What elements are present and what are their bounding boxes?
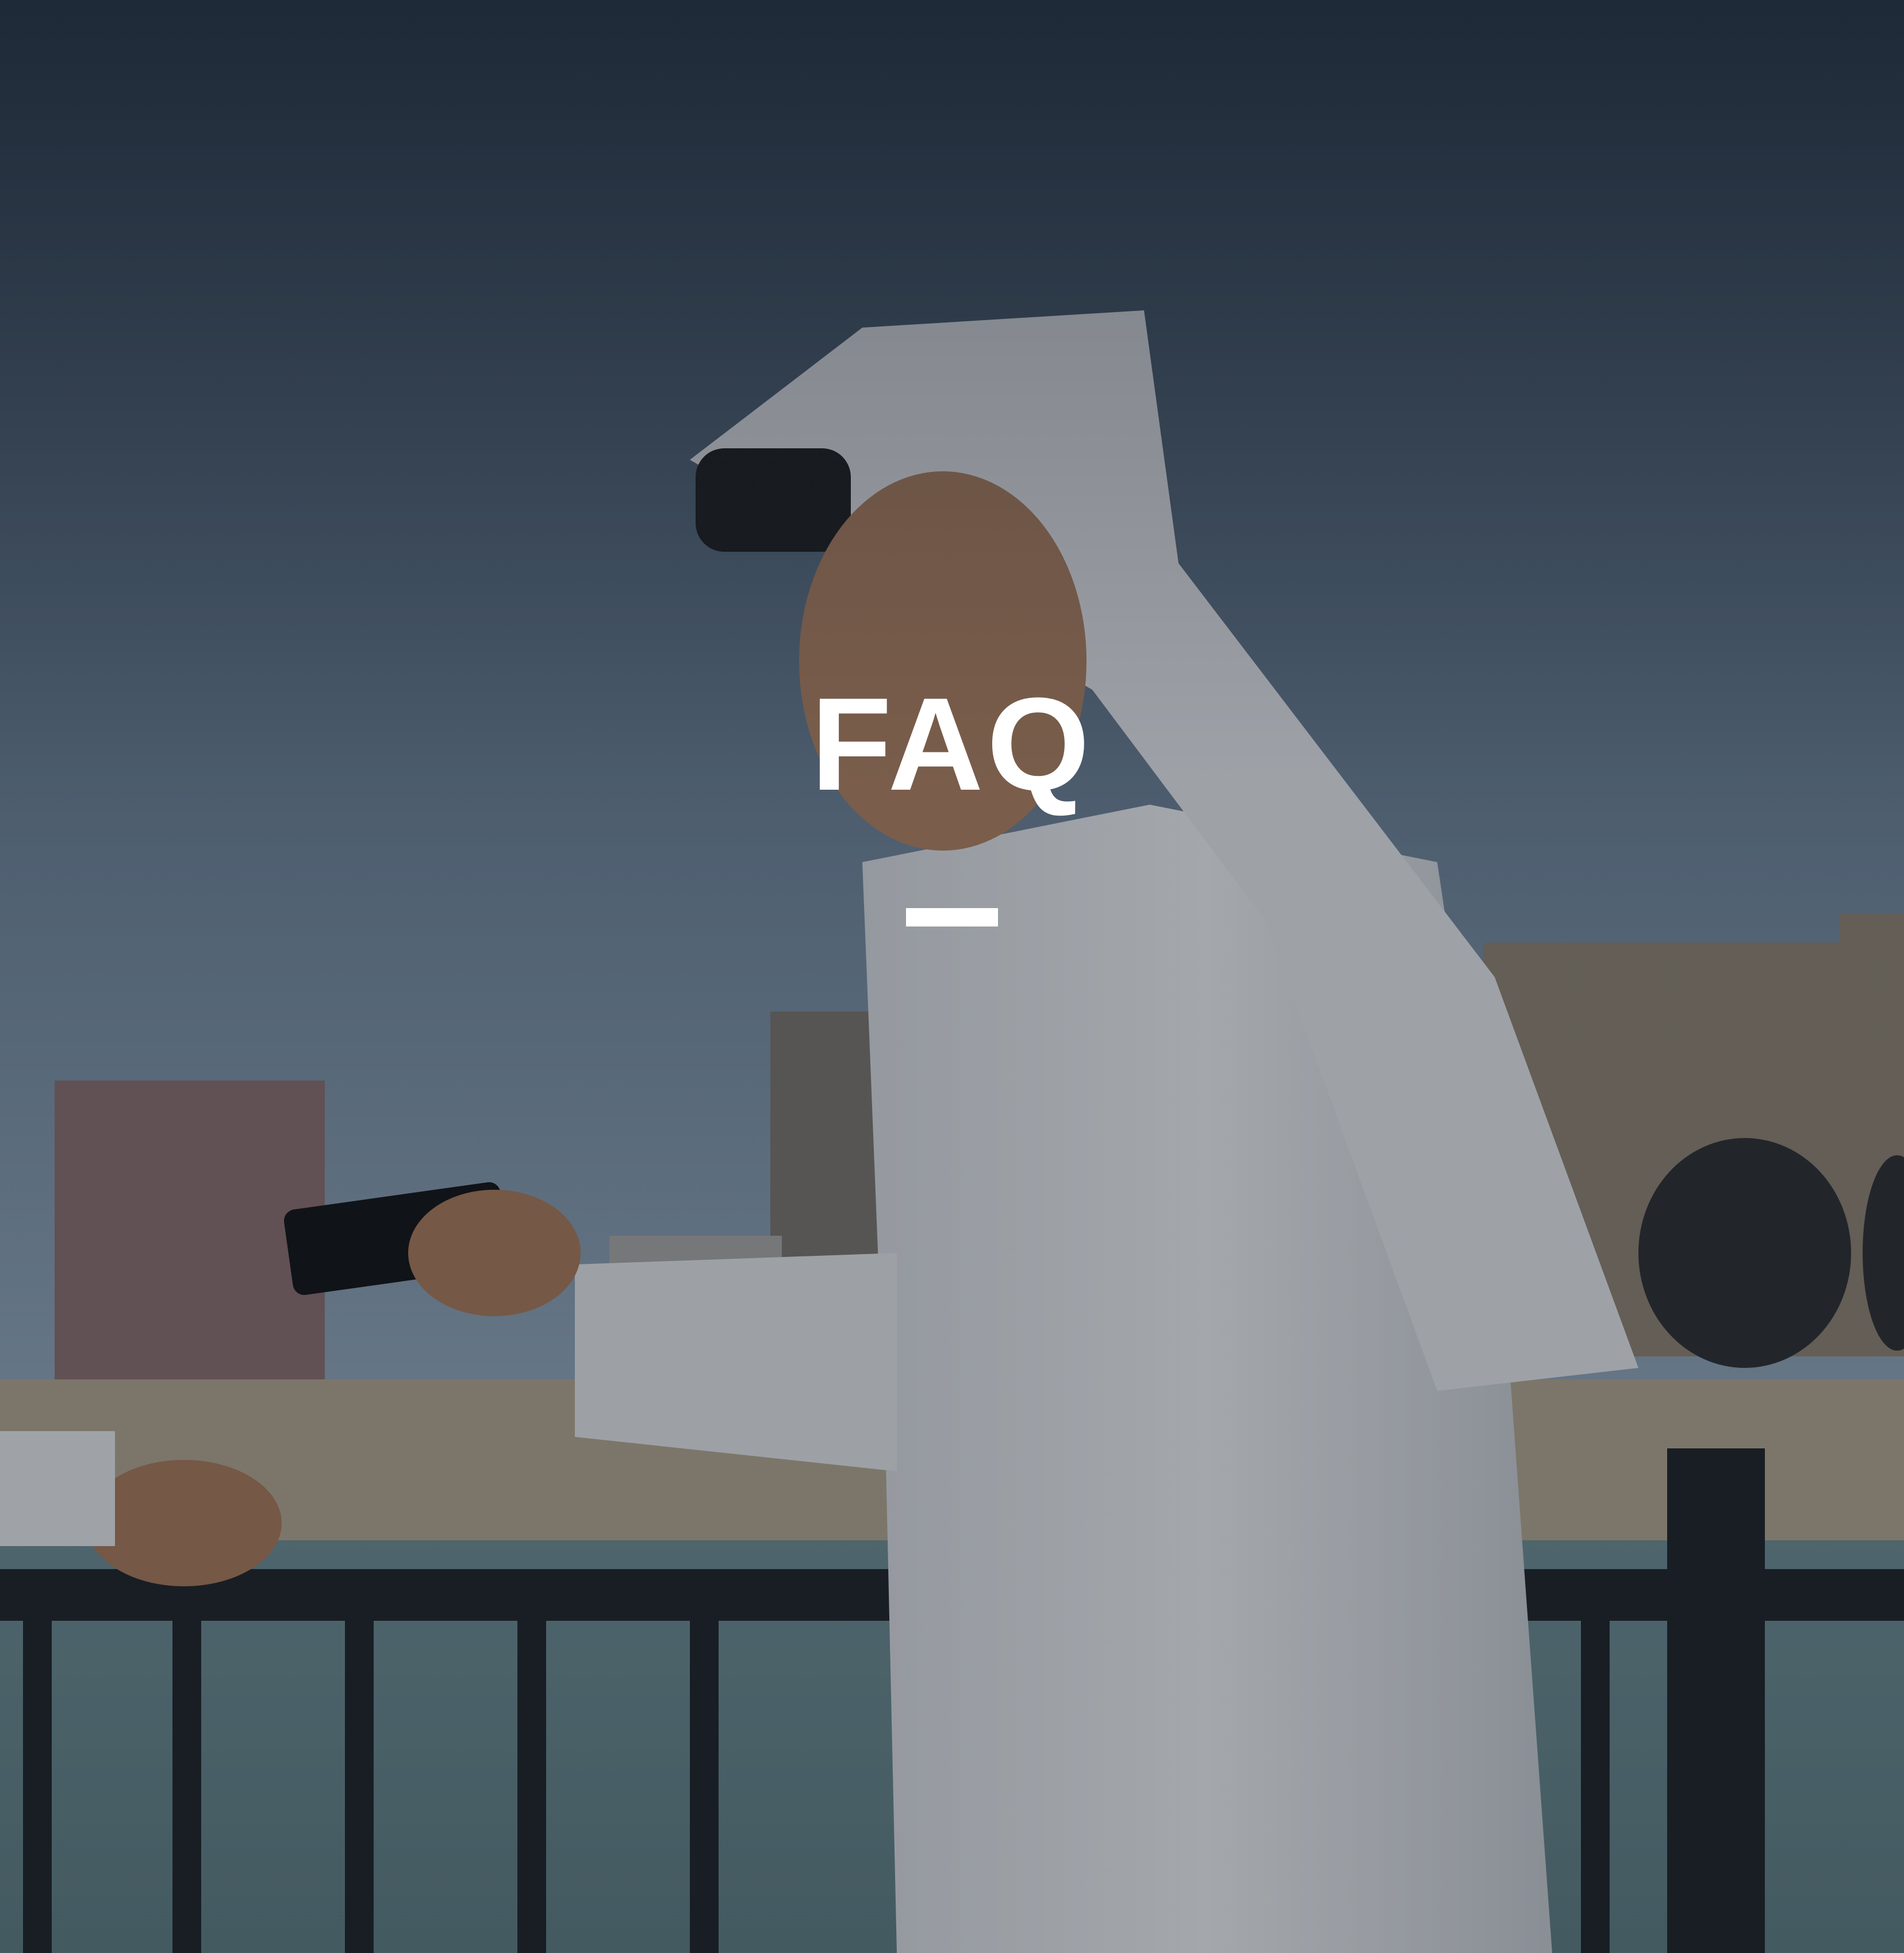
hero-dark-overlay [0,0,1904,1953]
faq-hero-banner: FAQ [0,0,1904,1953]
hero-content: FAQ [0,678,1904,926]
title-underline-divider [906,908,998,926]
page-title: FAQ [811,670,1093,818]
